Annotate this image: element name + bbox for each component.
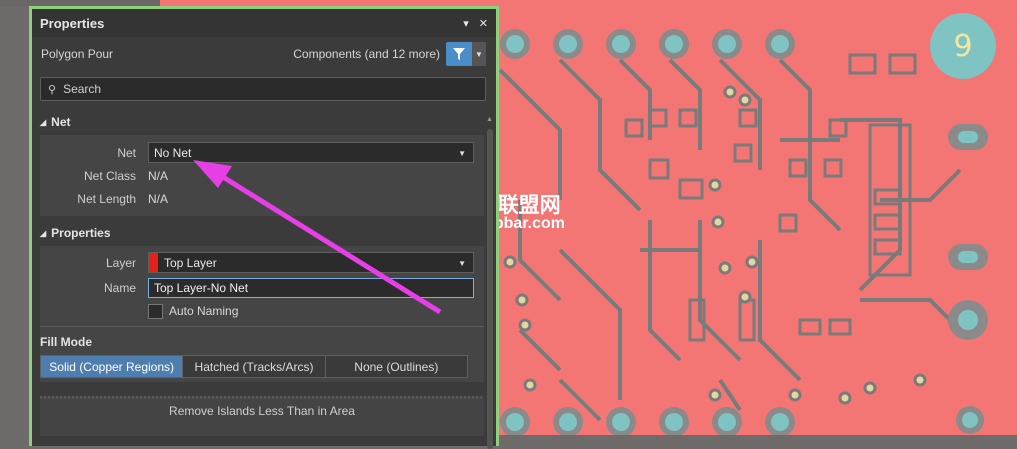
fill-mode-heading: Fill Mode [40, 335, 92, 349]
section-net-header[interactable]: ◢ Net [32, 109, 496, 135]
fill-mode-hatched[interactable]: Hatched (Tracks/Arcs) [183, 356, 326, 377]
section-properties-header[interactable]: ◢ Properties [32, 220, 496, 246]
panel-title: Properties [40, 15, 105, 31]
chevron-down-icon: ▼ [475, 49, 483, 59]
layer-dropdown[interactable]: Top Layer ▼ [148, 252, 474, 273]
net-label: Net [117, 145, 136, 160]
layer-value: Top Layer [164, 255, 217, 270]
name-label: Name [103, 280, 136, 295]
chevron-down-icon: ▼ [458, 149, 466, 158]
search-placeholder: Search [63, 82, 102, 96]
search-icon: ⚲ [48, 83, 57, 96]
properties-panel: Properties ▾ ✕ Polygon Pour Components (… [29, 6, 499, 449]
name-field[interactable]: Top Layer-No Net [148, 277, 474, 298]
filter-dropdown-button[interactable]: ▼ [472, 42, 486, 66]
auto-naming-label: Auto Naming [169, 304, 239, 318]
net-group: Net No Net ▼ Net Class N/A Net Length N/… [40, 135, 484, 216]
net-length-value: N/A [148, 191, 169, 206]
auto-naming-checkbox[interactable] [148, 303, 163, 319]
remove-islands-area: Remove Islands Less Than in Area [40, 396, 484, 436]
object-type: Polygon Pour [41, 47, 114, 61]
remove-islands-label: Remove Islands Less Than in Area [169, 404, 355, 418]
filter-summary: Components (and 12 more) [293, 47, 440, 61]
section-net-title: Net [51, 115, 71, 129]
fill-mode-none[interactable]: None (Outlines) [325, 356, 467, 377]
properties-group: Layer Top Layer ▼ Name Top Layer-No Net … [40, 246, 484, 382]
panel-titlebar[interactable]: Properties ▾ ✕ [32, 9, 496, 37]
net-class-label: Net Class [83, 168, 136, 183]
layer-label: Layer [105, 255, 136, 270]
pin-dropdown-icon[interactable]: ▾ [463, 17, 469, 30]
scroll-up-icon[interactable]: ▲ [486, 116, 493, 123]
net-dropdown[interactable]: No Net ▼ [148, 142, 474, 163]
close-icon[interactable]: ✕ [479, 17, 488, 30]
panel-scrollbar[interactable] [487, 129, 493, 449]
funnel-icon [453, 48, 465, 60]
collapse-triangle-icon: ◢ [40, 228, 47, 238]
fill-mode-solid[interactable]: Solid (Copper Regions) [41, 356, 184, 377]
object-header: Polygon Pour Components (and 12 more) ▼ [32, 37, 496, 71]
net-class-value: N/A [148, 168, 169, 183]
pad-9-label[interactable]: 9 [930, 13, 996, 79]
net-value: No Net [154, 145, 192, 160]
layer-color-swatch [149, 253, 158, 272]
search-input[interactable]: ⚲ Search [40, 77, 486, 101]
fill-mode-segmented: Solid (Copper Regions) Hatched (Tracks/A… [40, 355, 468, 378]
name-value: Top Layer-No Net [154, 280, 249, 295]
collapse-triangle-icon: ◢ [40, 117, 47, 127]
section-properties-title: Properties [51, 226, 111, 240]
chevron-down-icon: ▼ [458, 259, 466, 268]
filter-button[interactable] [446, 42, 472, 66]
net-length-label: Net Length [77, 191, 136, 206]
